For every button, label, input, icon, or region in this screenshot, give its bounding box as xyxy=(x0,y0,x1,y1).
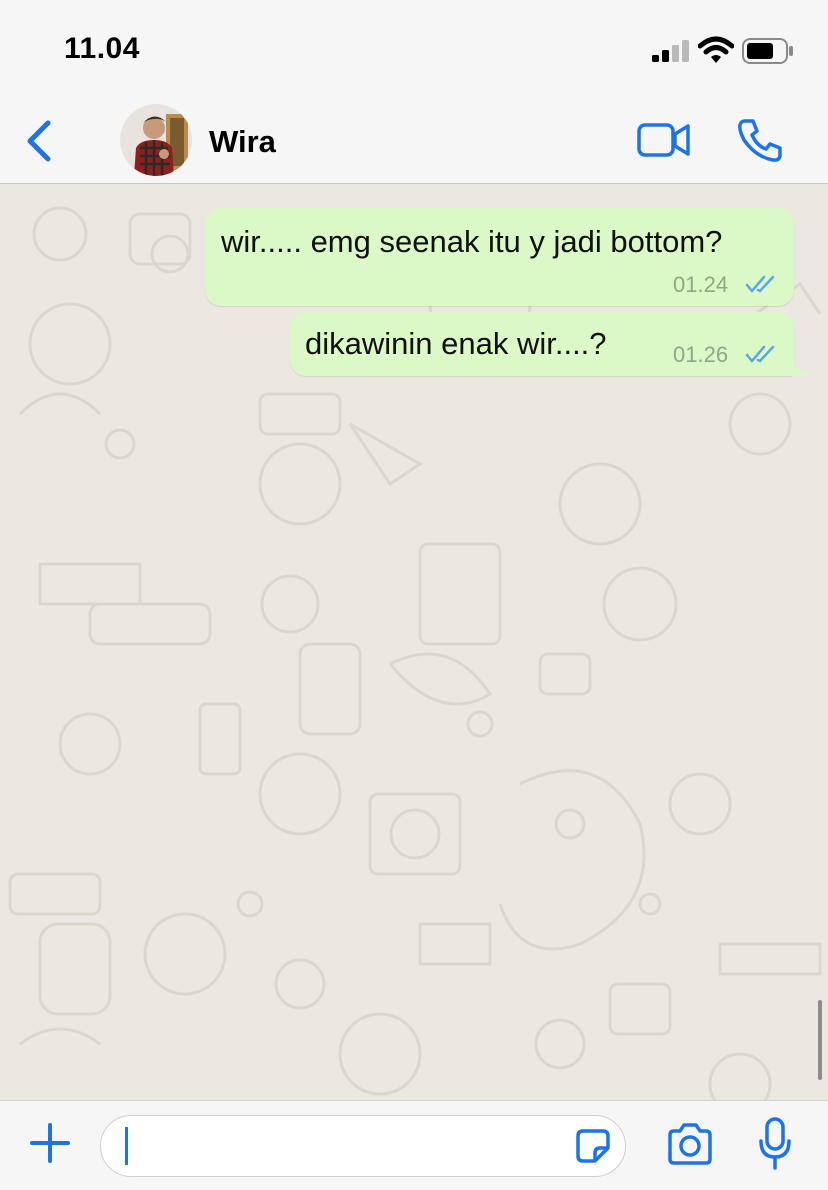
message-time: 01.26 xyxy=(673,342,729,367)
message-bubble-outgoing[interactable]: wir..... emg seenak itu y jadi bottom? 0… xyxy=(205,208,794,306)
double-check-read-icon xyxy=(745,345,775,363)
avatar-photo xyxy=(120,104,192,176)
sticker-icon[interactable] xyxy=(575,1128,611,1164)
text-caret xyxy=(125,1127,128,1165)
camera-icon[interactable] xyxy=(666,1123,714,1165)
cellular-signal-icon xyxy=(652,40,689,62)
battery-icon xyxy=(742,38,793,64)
contact-name[interactable]: Wira xyxy=(209,124,276,160)
bubble-tail xyxy=(786,352,812,376)
message-input-field[interactable] xyxy=(100,1115,626,1177)
chat-area[interactable]: wir..... emg seenak itu y jadi bottom? 0… xyxy=(0,184,828,1100)
chat-scrollbar[interactable] xyxy=(818,1000,822,1080)
double-check-read-icon xyxy=(745,275,775,293)
chat-header: Wira xyxy=(0,96,828,184)
composer-bar xyxy=(0,1100,828,1190)
message-time: 01.24 xyxy=(673,272,729,297)
status-bar: 11.04 xyxy=(0,0,828,96)
phone-icon[interactable] xyxy=(736,116,784,164)
video-camera-icon[interactable] xyxy=(636,120,692,160)
status-time: 11.04 xyxy=(64,32,140,65)
plus-icon[interactable] xyxy=(30,1123,70,1163)
message-text: wir..... emg seenak itu y jadi bottom? xyxy=(221,224,723,259)
chevron-left-icon[interactable] xyxy=(22,118,56,164)
microphone-icon[interactable] xyxy=(758,1117,792,1171)
message-input[interactable] xyxy=(119,1126,553,1168)
message-bubble-outgoing[interactable]: dikawinin enak wir....? 01.26 xyxy=(290,312,794,376)
avatar[interactable] xyxy=(120,104,192,176)
wifi-icon xyxy=(698,36,734,63)
message-text: dikawinin enak wir....? xyxy=(305,326,607,361)
